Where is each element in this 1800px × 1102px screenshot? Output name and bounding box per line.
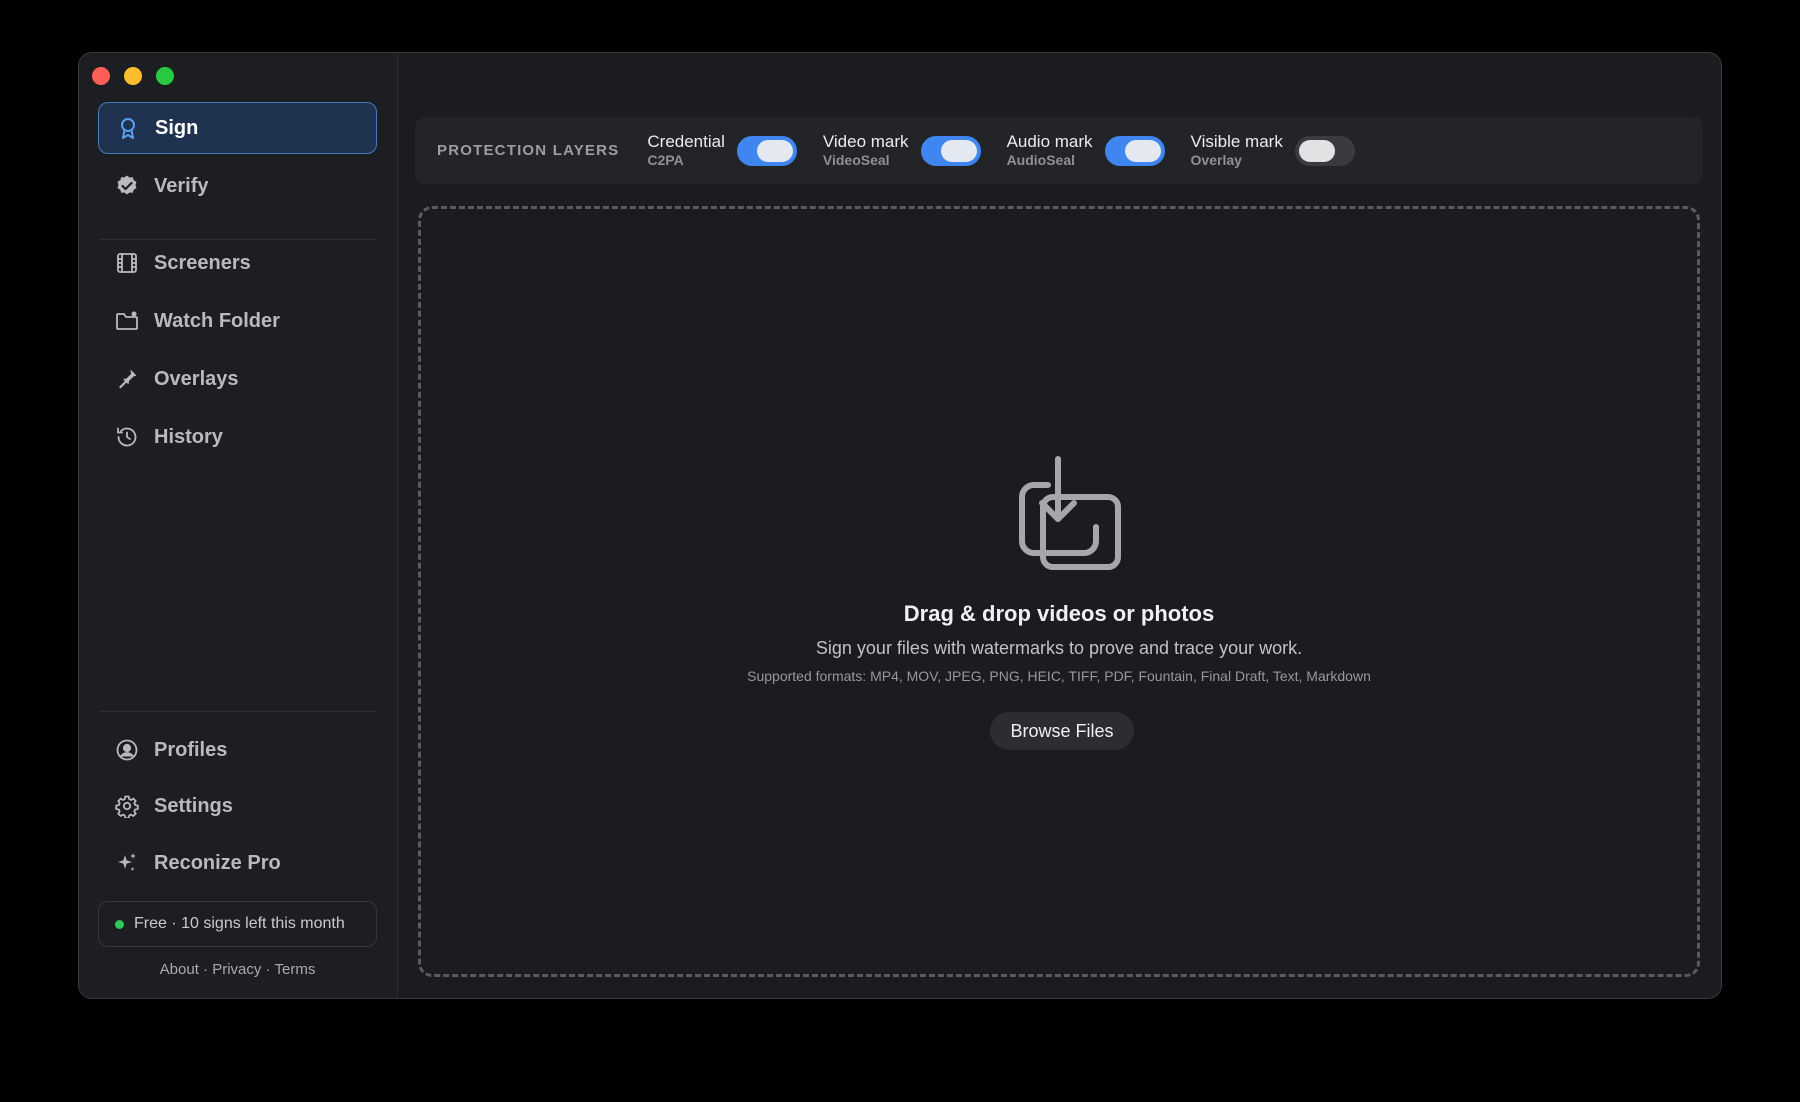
nav-reconize-pro-label: Reconize Pro bbox=[154, 851, 281, 874]
sidebar: Sign Verify Screeners Watch Folder Overl… bbox=[79, 53, 398, 998]
layer-audio-mark: Audio mark AudioSeal bbox=[1007, 132, 1165, 169]
file-drop-zone[interactable]: Drag & drop videos or photos Sign your f… bbox=[418, 206, 1700, 977]
browse-files-button[interactable]: Browse Files bbox=[990, 712, 1134, 750]
nav-verify-label: Verify bbox=[154, 174, 209, 197]
status-dot bbox=[115, 919, 124, 929]
protection-layers-bar: PROTECTION LAYERS Credential C2PA Video … bbox=[415, 117, 1703, 184]
layer-audio-mark-name: Audio mark bbox=[1006, 132, 1093, 151]
plan-status-badge[interactable]: Free · 10 signs left this month bbox=[98, 901, 377, 947]
stamp-icon bbox=[114, 366, 140, 392]
layer-credential-name: Credential bbox=[647, 132, 725, 151]
nav-verify[interactable]: Verify bbox=[98, 160, 377, 212]
layer-video-mark: Video mark VideoSeal bbox=[823, 132, 981, 169]
nav-profiles[interactable]: Profiles bbox=[98, 724, 377, 776]
footer-separator: · bbox=[265, 961, 271, 978]
layer-credential-sub: C2PA bbox=[647, 152, 684, 168]
video-mark-toggle[interactable] bbox=[920, 135, 981, 166]
main-content: PROTECTION LAYERS Credential C2PA Video … bbox=[398, 53, 1721, 998]
nav-screeners-label: Screeners bbox=[154, 251, 251, 274]
close-window-button[interactable] bbox=[92, 67, 110, 85]
nav-watch-folder-label: Watch Folder bbox=[154, 309, 280, 332]
plan-status-text: Free · 10 signs left this month bbox=[134, 915, 345, 932]
layer-visible-mark-sub: Overlay bbox=[1190, 152, 1242, 168]
nav-reconize-pro[interactable]: Reconize Pro bbox=[98, 837, 377, 889]
nav-history-label: History bbox=[154, 425, 223, 448]
drop-zone-title: Drag & drop videos or photos bbox=[903, 601, 1215, 626]
minimize-window-button[interactable] bbox=[124, 67, 142, 85]
download-tray-icon bbox=[1018, 455, 1122, 571]
nav-sign-label: Sign bbox=[155, 116, 199, 139]
nav-overlays-label: Overlays bbox=[154, 367, 239, 390]
layer-video-mark-sub: VideoSeal bbox=[822, 152, 890, 168]
film-icon bbox=[114, 250, 140, 276]
folder-gear-icon bbox=[114, 308, 140, 334]
footer-separator: · bbox=[203, 961, 209, 978]
protection-layers-title: PROTECTION LAYERS bbox=[437, 142, 620, 159]
nav-screeners[interactable]: Screeners bbox=[98, 237, 377, 289]
layer-visible-mark-name: Visible mark bbox=[1190, 132, 1283, 151]
app-window: Sign Verify Screeners Watch Folder Overl… bbox=[78, 52, 1722, 999]
window-controls bbox=[92, 67, 174, 85]
sidebar-divider-bottom bbox=[100, 711, 376, 712]
nav-sign[interactable]: Sign bbox=[98, 102, 377, 154]
nav-settings-label: Settings bbox=[154, 794, 233, 817]
nav-watch-folder[interactable]: Watch Folder bbox=[98, 295, 377, 347]
verified-check-icon bbox=[114, 173, 140, 199]
nav-profiles-label: Profiles bbox=[154, 738, 228, 761]
history-clock-icon bbox=[114, 424, 140, 450]
terms-link[interactable]: Terms bbox=[274, 961, 315, 978]
footer-links: About · Privacy · Terms bbox=[98, 961, 377, 978]
layer-credential: Credential C2PA bbox=[647, 132, 797, 169]
audio-mark-toggle[interactable] bbox=[1104, 135, 1165, 166]
ribbon-badge-icon bbox=[115, 115, 141, 141]
sparkle-icon bbox=[114, 850, 140, 876]
layer-visible-mark: Visible mark Overlay bbox=[1191, 132, 1355, 169]
person-circle-icon bbox=[114, 737, 140, 763]
layer-video-mark-name: Video mark bbox=[822, 132, 909, 151]
layer-audio-mark-sub: AudioSeal bbox=[1006, 152, 1076, 168]
privacy-link[interactable]: Privacy bbox=[212, 961, 261, 978]
nav-overlays[interactable]: Overlays bbox=[98, 353, 377, 405]
maximize-window-button[interactable] bbox=[156, 67, 174, 85]
drop-zone-subtitle: Sign your files with watermarks to prove… bbox=[815, 638, 1303, 658]
nav-history[interactable]: History bbox=[98, 411, 377, 463]
supported-formats-text: Supported formats: MP4, MOV, JPEG, PNG, … bbox=[747, 668, 1371, 684]
gear-icon bbox=[114, 793, 140, 819]
credential-toggle[interactable] bbox=[736, 135, 797, 166]
nav-settings[interactable]: Settings bbox=[98, 780, 377, 832]
visible-mark-toggle[interactable] bbox=[1294, 135, 1355, 166]
about-link[interactable]: About bbox=[160, 961, 199, 978]
